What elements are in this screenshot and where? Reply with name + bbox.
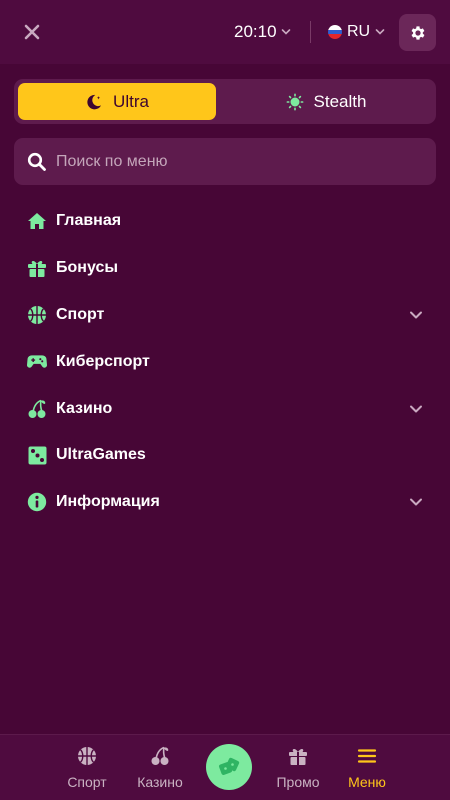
gift-icon (288, 745, 308, 767)
settings-button[interactable] (399, 14, 436, 51)
nav-label: Спорт (67, 774, 107, 790)
mode-ultra-button[interactable]: Ultra (18, 83, 216, 120)
mode-toggle: Ultra Stealth (14, 79, 436, 124)
russia-flag-icon (328, 25, 342, 39)
cherries-icon (150, 745, 170, 767)
nav-label: Меню (348, 774, 386, 790)
chevron-down-icon (281, 29, 290, 35)
time-value: 20:10 (234, 22, 277, 41)
chevron-down-icon[interactable] (408, 402, 424, 416)
close-icon (24, 24, 40, 40)
top-bar: 20:10 RU (0, 0, 450, 64)
time-select[interactable]: 20:10 (234, 20, 291, 44)
chevron-down-icon[interactable] (408, 308, 424, 322)
menu-item-home[interactable]: Главная (0, 198, 450, 245)
home-icon (27, 211, 47, 231)
header-divider (310, 21, 311, 43)
bottom-nav: Спорт Казино Промо Меню (0, 734, 450, 800)
center-games-button[interactable] (206, 744, 252, 790)
nav-label: Казино (137, 774, 183, 790)
gamepad-icon (27, 352, 47, 372)
chevron-down-icon (375, 29, 385, 35)
menu-item-bonuses[interactable]: Бонусы (0, 245, 450, 292)
menu-item-casino[interactable]: Казино (0, 385, 450, 432)
chevron-down-icon[interactable] (408, 495, 424, 509)
mode-stealth-button[interactable]: Stealth (220, 83, 432, 120)
menu-item-ultragames[interactable]: UltraGames (0, 432, 450, 479)
menu-item-esports[interactable]: Киберспорт (0, 338, 450, 385)
gear-icon (411, 25, 424, 40)
language-select[interactable]: RU (328, 20, 385, 44)
nav-casino[interactable]: Казино (125, 745, 195, 795)
menu-item-label: UltraGames (56, 446, 146, 464)
basketball-icon (77, 745, 97, 767)
moon-icon (87, 94, 102, 109)
menu-item-label: Киберспорт (56, 352, 150, 370)
nav-sport[interactable]: Спорт (52, 745, 122, 795)
nav-promo[interactable]: Промо (263, 745, 333, 795)
sun-icon (286, 93, 303, 110)
main-menu: Главная Бонусы Спорт Киберспорт Казино U… (0, 198, 450, 526)
mode-stealth-label: Stealth (313, 91, 367, 111)
menu-item-label: Бонусы (56, 259, 118, 277)
nav-menu[interactable]: Меню (332, 745, 402, 795)
menu-item-label: Главная (56, 212, 122, 230)
cherries-icon (27, 399, 47, 419)
menu-item-info[interactable]: Информация (0, 479, 450, 526)
basketball-icon (27, 305, 47, 325)
menu-item-label: Информация (56, 493, 160, 511)
search-input[interactable] (56, 152, 416, 171)
gift-icon (27, 258, 47, 278)
menu-item-sport[interactable]: Спорт (0, 292, 450, 339)
hamburger-icon (357, 745, 377, 767)
menu-item-label: Спорт (56, 305, 105, 323)
menu-item-label: Казино (56, 399, 113, 417)
language-value: RU (347, 23, 371, 40)
nav-label: Промо (276, 774, 320, 790)
close-button[interactable] (18, 18, 46, 46)
info-icon (27, 492, 47, 512)
search-icon (27, 152, 46, 171)
dice-icon (219, 757, 240, 775)
dice-icon (27, 445, 47, 465)
mode-ultra-label: Ultra (113, 91, 149, 111)
menu-search (14, 138, 436, 185)
